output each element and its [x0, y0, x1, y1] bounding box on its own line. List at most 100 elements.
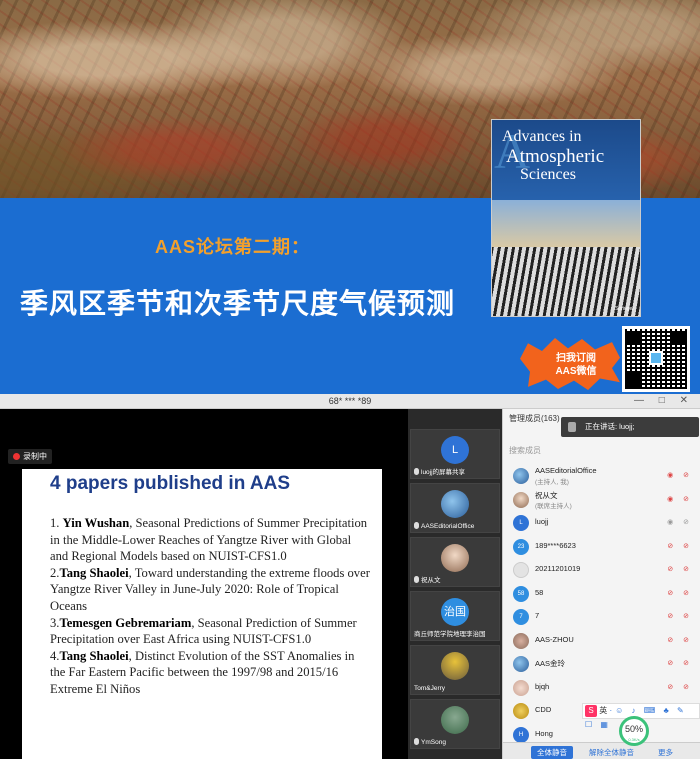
journal-cover: A Advances in Atmospheric Sciences Sprin… — [491, 119, 641, 317]
member-row[interactable]: 20211201019 ⊘ ⊘ — [503, 558, 700, 582]
paper-item: 1. Yin Wushan, Seasonal Predictions of S… — [50, 516, 368, 564]
zebra-photo — [492, 200, 640, 316]
avatar — [513, 679, 529, 696]
mic-camera-icons[interactable]: ◉ ⊘ — [667, 471, 693, 479]
meeting-title-bar: 68* *** *89 — □ ✕ — [0, 394, 700, 409]
mic-icon — [414, 522, 419, 529]
avatar: H — [513, 726, 529, 743]
network-rate: 0.3K/s — [628, 737, 640, 742]
member-name: 58 — [535, 587, 544, 597]
speaking-indicator: 正在讲话: luojj; — [561, 417, 699, 437]
mic-camera-icons[interactable]: ◉ ⊘ — [667, 518, 693, 526]
avatar — [513, 703, 529, 719]
member-row[interactable]: 7 7 ⊘ ⊘ — [503, 605, 700, 629]
participants-header: 管理成员(163) — [509, 414, 560, 423]
avatar — [441, 544, 469, 572]
member-role: (联席主持人) — [535, 502, 572, 510]
member-name: 189****6623 — [535, 540, 576, 550]
member-name: 20211201019 — [535, 564, 581, 573]
sogou-ime-icon: S — [585, 704, 597, 717]
recording-label: 录制中 — [23, 452, 47, 461]
paper-item: 4.Tang Shaolei, Distinct Evolution of th… — [50, 648, 355, 696]
member-search-input[interactable]: 搜索成员 — [509, 445, 541, 456]
member-name: luojj — [535, 517, 549, 526]
video-tile-label: luojj的屏幕共享 — [414, 466, 465, 476]
member-row[interactable]: 58 58 ⊘ ⊘ — [503, 582, 700, 606]
video-tile-label: Tom&Jerry — [414, 685, 446, 692]
mic-camera-icons[interactable]: ⊘ ⊘ — [667, 659, 693, 667]
member-row[interactable]: 祝从文 (联席主持人) ◉ ⊘ — [503, 488, 700, 512]
video-tile-label: 祝从文 — [414, 574, 441, 584]
member-name: AAS-ZHOU — [535, 634, 574, 644]
qr-caption: 扫我订阅AAS微信 — [555, 353, 597, 377]
member-name: Hong — [535, 728, 553, 738]
video-tile-label: YmSong — [414, 738, 446, 746]
avatar — [513, 656, 529, 672]
mic-camera-icons[interactable]: ◉ ⊘ — [667, 495, 693, 503]
member-row[interactable]: bjqh ⊘ ⊘ — [503, 676, 700, 700]
video-tile[interactable]: 治国 商丘师范学院地理李治国 — [410, 591, 500, 641]
ime-language[interactable]: 英 — [599, 706, 607, 715]
meeting-window: 68* *** *89 — □ ✕ 录制中 4 papers published… — [0, 394, 700, 759]
video-tile[interactable]: 祝从文 — [410, 537, 500, 587]
avatar: L — [441, 436, 469, 464]
avatar: 7 — [513, 609, 529, 625]
avatar — [513, 562, 529, 578]
slide-title: 4 papers published in AAS — [50, 473, 291, 494]
paper-list: 1. Yin Wushan, Seasonal Predictions of S… — [50, 515, 372, 698]
mic-camera-icons[interactable]: ⊘ ⊘ — [667, 612, 693, 620]
mic-camera-icons[interactable]: ⊘ ⊘ — [667, 565, 693, 573]
member-name: AAS金玲 — [535, 659, 566, 668]
avatar — [441, 652, 469, 680]
panel-footer: 全体静音 解除全体静音 更多 — [503, 742, 700, 759]
qr-logo-icon — [649, 351, 663, 365]
member-name: 7 — [535, 611, 540, 620]
network-speed-widget[interactable]: 50% 0.3K/s — [619, 716, 649, 746]
mic-icon — [414, 468, 419, 475]
video-tile[interactable]: YmSong — [410, 699, 500, 749]
avatar — [513, 491, 529, 508]
member-row[interactable]: AASEditorialOffice (主持人, 我) ◉ ⊘ — [503, 464, 700, 488]
journal-title-line3: Sciences — [520, 166, 576, 183]
unmute-all-button[interactable]: 解除全体静音 — [583, 746, 640, 759]
member-row[interactable]: AAS金玲 ⊘ ⊘ — [503, 652, 700, 676]
avatar: L — [513, 515, 529, 531]
wechat-qr-code — [622, 326, 690, 392]
video-tile[interactable]: L luojj的屏幕共享 — [410, 429, 500, 479]
screen-share-area: 录制中 4 papers published in AAS 1. Yin Wus… — [0, 409, 408, 759]
member-row[interactable]: AAS-ZHOU ⊘ ⊘ — [503, 629, 700, 653]
recording-indicator[interactable]: 录制中 — [8, 449, 52, 464]
mic-icon — [414, 738, 419, 745]
video-tile[interactable]: Tom&Jerry — [410, 645, 500, 695]
avatar: 58 — [513, 585, 529, 602]
avatar — [513, 632, 529, 649]
mic-camera-icons[interactable]: ⊘ ⊘ — [667, 636, 693, 644]
mute-all-button[interactable]: 全体静音 — [531, 746, 573, 759]
member-name: bjqh — [535, 681, 550, 691]
more-button[interactable]: 更多 — [658, 747, 673, 758]
avatar: 治国 — [441, 598, 469, 626]
member-row[interactable]: 23 189****6623 ⊘ ⊘ — [503, 535, 700, 559]
event-banner: AAS论坛第二期： 季风区季节和次季节尺度气候预测 A Advances in … — [0, 0, 700, 394]
meeting-id: 68* *** *89 — [328, 396, 372, 406]
member-role: (主持人, 我) — [535, 479, 569, 486]
member-row[interactable]: L luojj ◉ ⊘ — [503, 511, 700, 535]
mic-camera-icons[interactable]: ⊘ ⊘ — [667, 542, 693, 550]
speaker-icon — [568, 422, 576, 432]
cpu-percent: 50% — [624, 724, 643, 734]
ime-toolbar[interactable]: S 英 ·☺ ♪ ⌨ ♣ ✎ ☐ ▦ — [582, 703, 700, 729]
record-icon — [13, 453, 20, 460]
presentation-slide: 4 papers published in AAS 1. Yin Wushan,… — [22, 469, 382, 759]
avatar — [441, 490, 469, 518]
mic-icon — [414, 576, 419, 583]
publisher-logo: Springer — [615, 306, 634, 312]
avatar: 23 — [513, 538, 529, 555]
window-controls[interactable]: — □ ✕ — [634, 395, 694, 406]
paper-item: 3.Temesgen Gebremariam, Seasonal Predict… — [50, 615, 357, 647]
event-title: 季风区季节和次季节尺度气候预测 — [20, 288, 456, 319]
mic-camera-icons[interactable]: ⊘ ⊘ — [667, 589, 693, 597]
mic-camera-icons[interactable]: ⊘ ⊘ — [667, 683, 693, 691]
video-tile-label: 商丘师范学院地理李治国 — [414, 631, 486, 638]
video-tile[interactable]: AASEditorialOffice — [410, 483, 500, 533]
video-tile-label: AASEditorialOffice — [414, 522, 474, 530]
